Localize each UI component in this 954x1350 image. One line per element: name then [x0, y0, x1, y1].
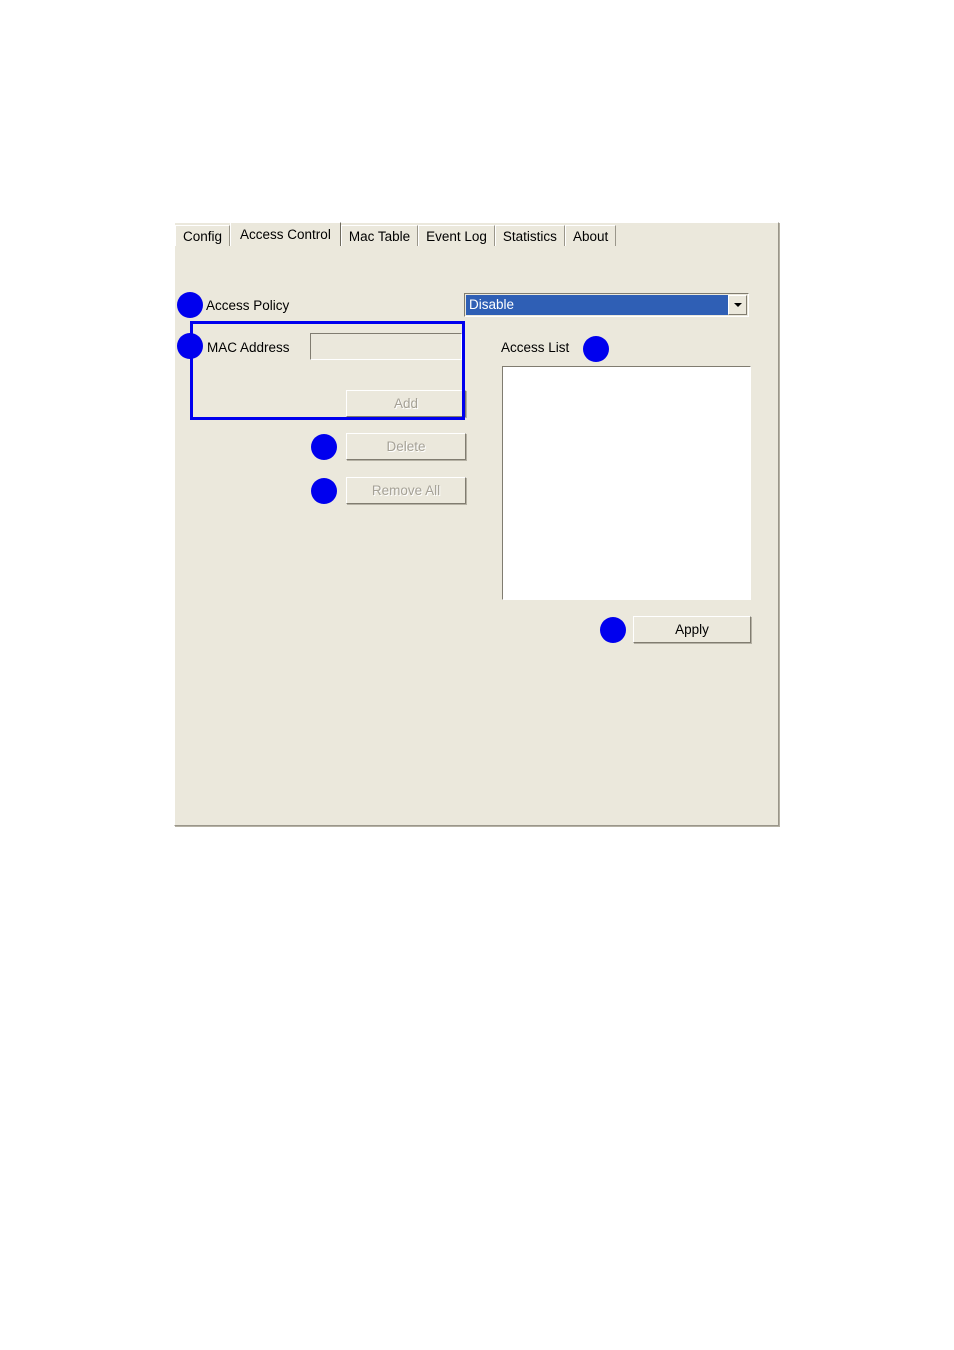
tab-strip: Config Access Control Mac Table Event Lo… [175, 222, 617, 246]
access-list-label: Access List [501, 340, 570, 355]
delete-callout [311, 434, 337, 460]
delete-button[interactable]: Delete [346, 433, 466, 460]
tab-config[interactable]: Config [175, 225, 231, 246]
tab-event-log[interactable]: Event Log [418, 225, 495, 246]
access-policy-label: Access Policy [206, 298, 290, 313]
tab-about[interactable]: About [564, 225, 617, 246]
tab-statistics[interactable]: Statistics [494, 225, 565, 246]
apply-button[interactable]: Apply [633, 616, 751, 643]
access-policy-dropdown[interactable]: Disable [464, 293, 749, 317]
access-list-callout [583, 336, 609, 362]
chevron-down-icon [733, 303, 742, 307]
remove-all-button[interactable]: Remove All [346, 477, 466, 504]
access-list-listbox[interactable] [502, 366, 751, 600]
mac-address-group-highlight [190, 321, 465, 420]
access-control-dialog: Config Access Control Mac Table Event Lo… [174, 222, 779, 826]
page-root: Config Access Control Mac Table Event Lo… [0, 0, 954, 1350]
access-policy-selected-value: Disable [466, 295, 728, 315]
access-policy-dropdown-button[interactable] [728, 295, 747, 315]
tab-access-control[interactable]: Access Control [230, 222, 341, 246]
apply-callout [600, 617, 626, 643]
remove-all-callout [311, 478, 337, 504]
access-policy-callout [177, 292, 203, 318]
mac-address-callout [177, 333, 203, 359]
tab-mac-table[interactable]: Mac Table [340, 225, 419, 246]
